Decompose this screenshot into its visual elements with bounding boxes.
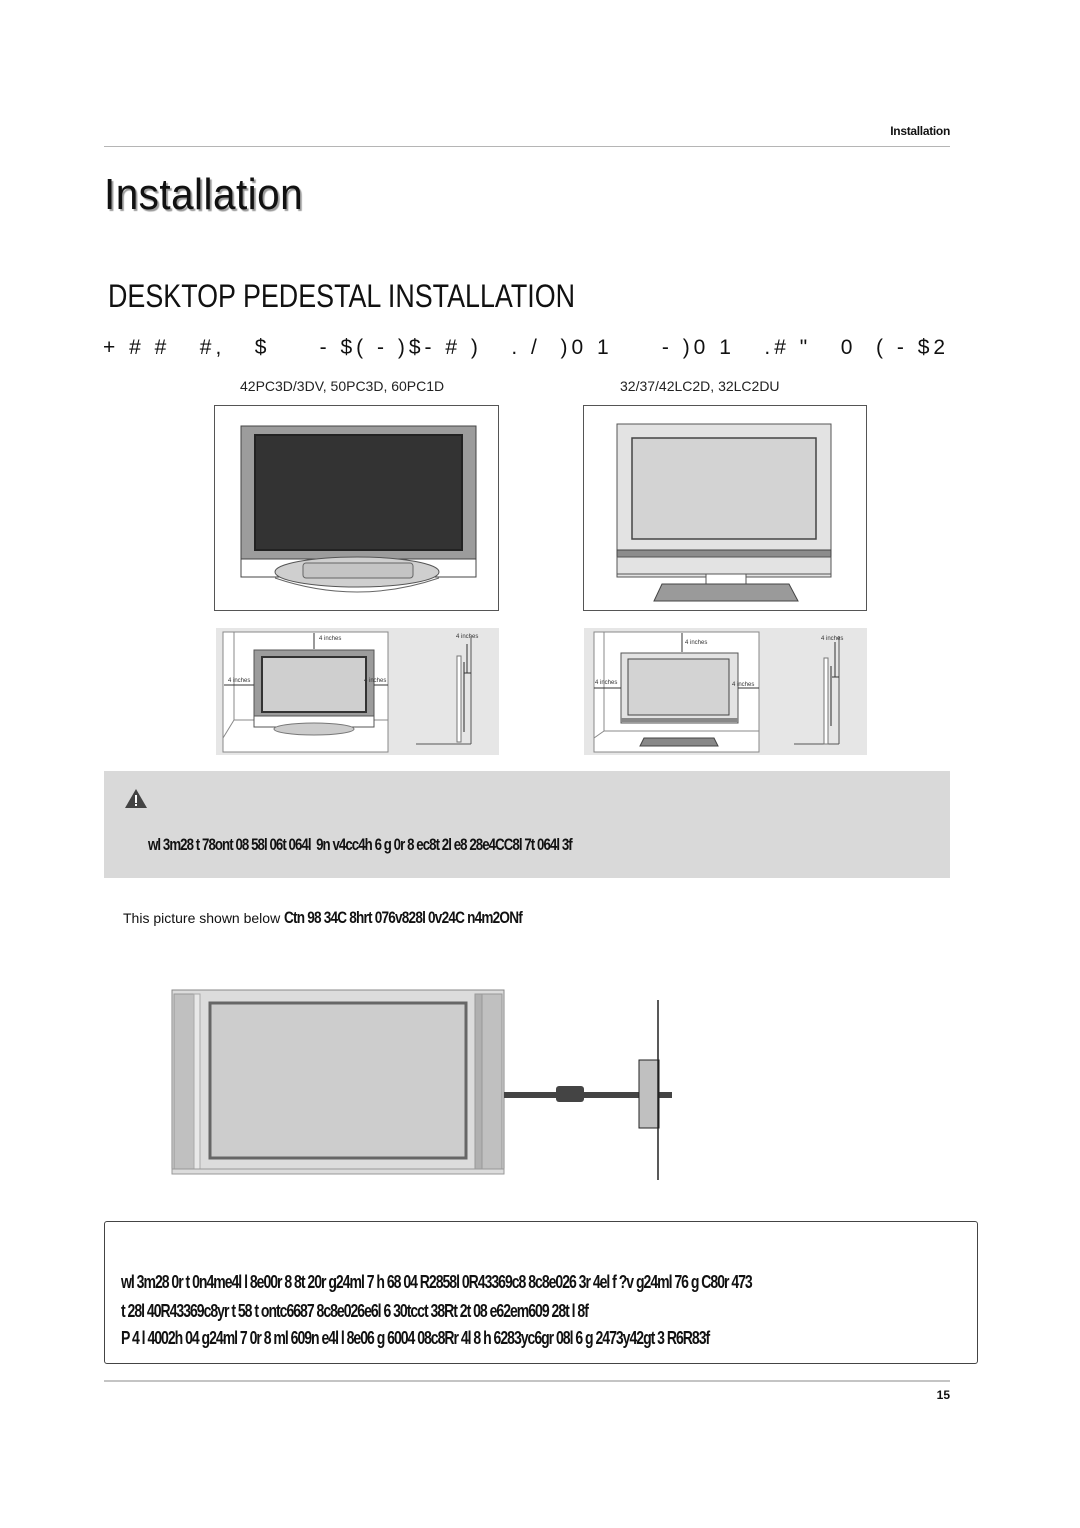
warning-text: wl 3m28 t 78ont 08 58l 06t 064l 9n v4cc4…	[148, 835, 573, 854]
wall-bracket	[638, 1059, 660, 1129]
note-line-3: P 4 l 4002h 04 g24ml 7 0r 8 ml 609n e4l …	[121, 1328, 710, 1348]
section-intro-text: + # # #, $ - $( - )$- # ) . / )0 1 - )0 …	[103, 336, 950, 359]
plasma-tv-illustration	[240, 425, 477, 593]
wall-tether-illustration	[171, 989, 672, 1180]
clearance-right-label: 4 inches	[732, 682, 755, 688]
tv-right-speaker	[481, 993, 503, 1171]
clearance-top-label: 4 inches	[319, 636, 342, 642]
page-title: Installation	[104, 170, 304, 219]
lcd-neck	[705, 573, 747, 585]
tether-buckle	[556, 1086, 584, 1102]
clearance-right-label: 4 inches	[364, 678, 387, 684]
clearance-left-label: 4 inches	[595, 680, 618, 686]
lcd-tv-figure	[583, 405, 867, 611]
note-line-1: wl 3m28 0r t 0n4me4l l 8e00r 8 8t 20r g2…	[121, 1272, 753, 1292]
plasma-tv-figure	[214, 405, 499, 611]
tv-left-speaker	[173, 993, 195, 1171]
lcd-stand-base	[653, 583, 799, 602]
lcd-clearance-diagram	[593, 631, 840, 753]
plasma-stand-plate	[302, 562, 414, 579]
lcd-tv-illustration	[616, 423, 832, 602]
lcd-speaker-strip	[616, 549, 832, 558]
lcd-lower-bezel	[616, 556, 832, 575]
plasma-clearance-panel: 4 inches 4 inches 4 inches 4 inches	[216, 628, 499, 755]
model-label-lcd: 32/37/42LC2D, 32LC2DU	[620, 378, 780, 394]
clearance-left-label: 4 inches	[228, 678, 251, 684]
note-line-2: t 28l 40R43369c8yr t 58 t ontc6687 8c8e0…	[121, 1301, 589, 1321]
plasma-screen	[254, 434, 463, 551]
clearance-back-label: 4 inches	[821, 636, 844, 642]
page-number: 15	[936, 1388, 950, 1402]
footer-divider	[104, 1380, 950, 1382]
lcd-clearance-panel: 4 inches 4 inches 4 inches 4 inches	[584, 628, 867, 755]
clearance-top-label: 4 inches	[685, 640, 708, 646]
figure-caption: This picture shown below Ctn 98 34C 8hrt…	[123, 908, 582, 928]
plasma-clearance-diagram	[222, 631, 472, 753]
caption-garbled-text: Ctn 98 34C 8hrt 076v828l 0v24C n4m2ONf	[284, 908, 523, 927]
tv-panel	[208, 1001, 468, 1160]
caption-plain-text: This picture shown below	[123, 910, 285, 926]
wall-tether-figure	[160, 980, 700, 1180]
section-title: DESKTOP PEDESTAL INSTALLATION	[108, 278, 576, 314]
model-label-plasma: 42PC3D/3DV, 50PC3D, 60PC1D	[240, 378, 445, 394]
clearance-back-label: 4 inches	[456, 634, 479, 640]
note-box: wl 3m28 0r t 0n4me4l l 8e00r 8 8t 20r g2…	[104, 1221, 978, 1364]
lcd-screen	[631, 437, 817, 540]
header-divider	[104, 146, 950, 147]
warning-triangle-icon	[125, 789, 147, 808]
warning-box	[104, 771, 950, 878]
running-header: Installation	[890, 124, 950, 138]
